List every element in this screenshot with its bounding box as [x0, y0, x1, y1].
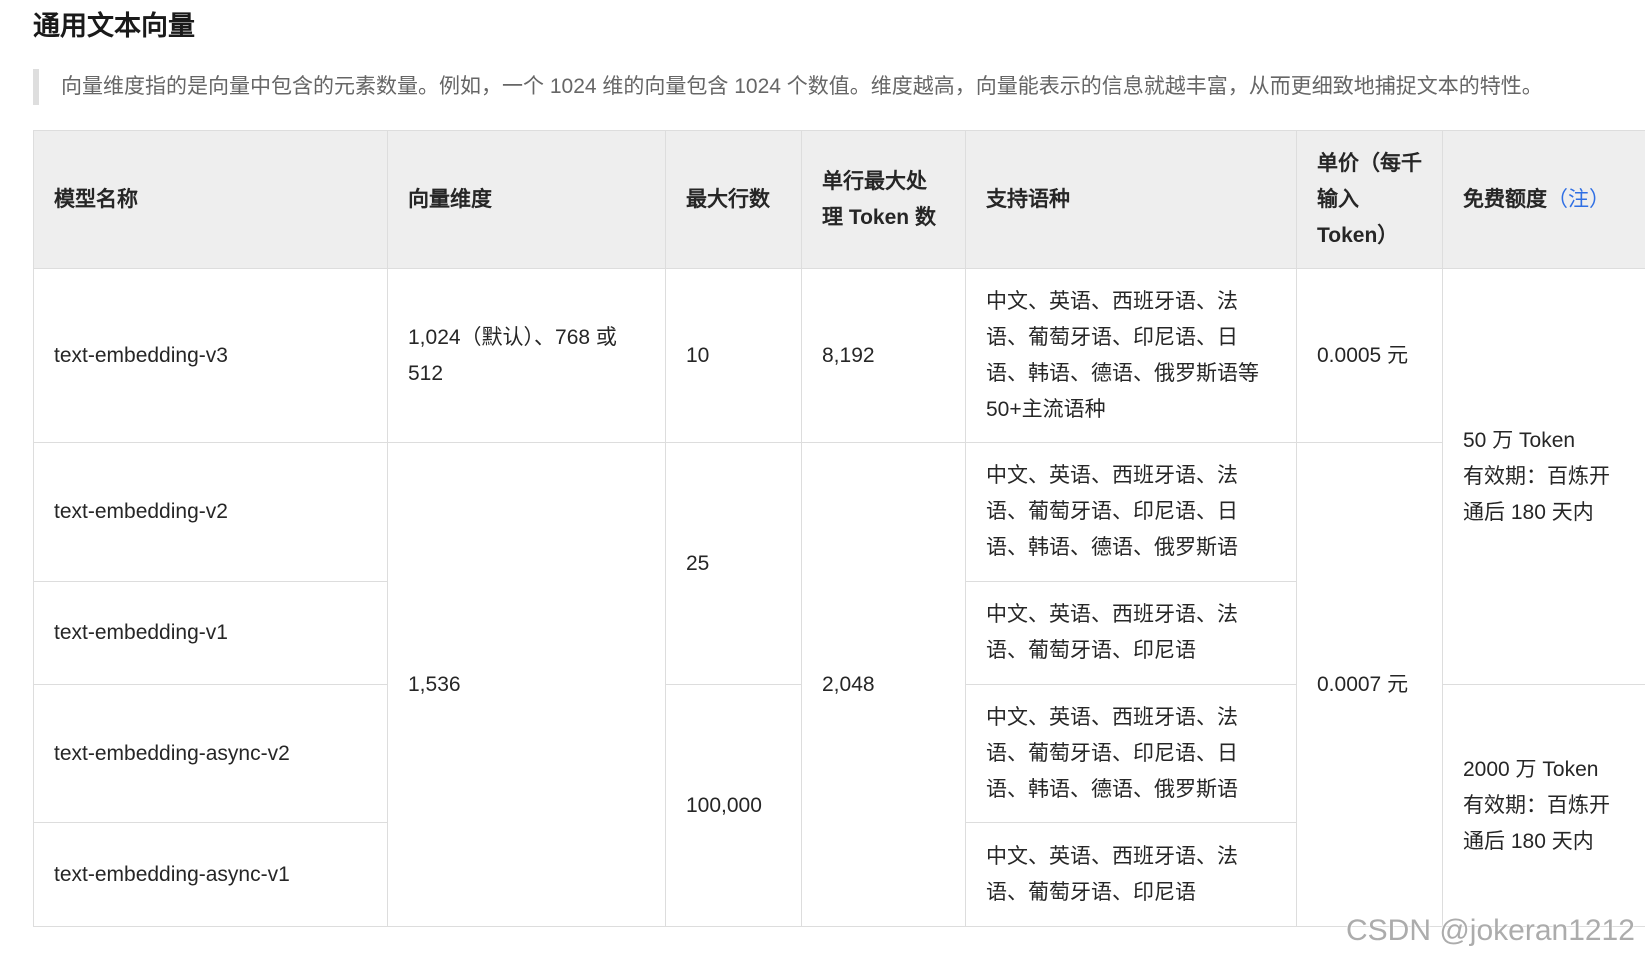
free-quota: 2000 万 Token 有效期：百炼开通后 180 天内	[1442, 684, 1645, 927]
header-max-rows: 最大行数	[665, 130, 802, 269]
model-name: text-embedding-async-v1	[33, 822, 388, 927]
header-max-tokens: 单行最大处理 Token 数	[801, 130, 966, 269]
free-quota-note-link[interactable]: （注）	[1547, 188, 1610, 211]
free-quota-validity: 有效期：百炼开通后 180 天内	[1463, 793, 1610, 853]
free-quota-amount: 2000 万 Token	[1463, 757, 1599, 781]
watermark: CSDN @jokeran1212	[1346, 914, 1635, 947]
header-free-quota: 免费额度（注）	[1442, 130, 1645, 269]
table-header-row: 模型名称 向量维度 最大行数 单行最大处理 Token 数 支持语种 单价（每千…	[33, 130, 1645, 269]
model-name: text-embedding-v1	[33, 581, 388, 685]
table-row: text-embedding-v2 1,536 25 2,048 中文、英语、西…	[33, 442, 1645, 927]
max-tokens: 2,048	[801, 442, 966, 927]
embedding-model-table: 模型名称 向量维度 最大行数 单行最大处理 Token 数 支持语种 单价（每千…	[33, 130, 1645, 927]
max-tokens: 8,192	[801, 268, 966, 443]
table-row: text-embedding-v3 1,024（默认）、768 或 512 10…	[33, 268, 1645, 685]
max-rows: 100,000	[665, 684, 802, 927]
vector-dimension: 1,536	[387, 442, 666, 927]
header-free-quota-label: 免费额度	[1463, 187, 1547, 211]
section-title: 通用文本向量	[33, 11, 195, 41]
dimension-note: 向量维度指的是向量中包含的元素数量。例如，一个 1024 维的向量包含 1024…	[33, 69, 1543, 105]
supported-languages: 中文、英语、西班牙语、法语、葡萄牙语、印尼语、日语、韩语、德语、俄罗斯语等50+…	[965, 268, 1297, 443]
vector-dimension: 1,024（默认）、768 或 512	[387, 268, 666, 443]
header-price: 单价（每千输入Token）	[1296, 130, 1443, 269]
supported-languages: 中文、英语、西班牙语、法语、葡萄牙语、印尼语、日语、韩语、德语、俄罗斯语	[965, 684, 1297, 823]
model-name: text-embedding-v3	[33, 268, 388, 443]
unit-price: 0.0007 元	[1296, 442, 1443, 927]
max-rows: 10	[665, 268, 802, 443]
supported-languages: 中文、英语、西班牙语、法语、葡萄牙语、印尼语	[965, 581, 1297, 685]
max-rows: 25	[665, 442, 802, 685]
header-vector-dimension: 向量维度	[387, 130, 666, 269]
supported-languages: 中文、英语、西班牙语、法语、葡萄牙语、印尼语	[965, 822, 1297, 927]
model-name: text-embedding-async-v2	[33, 684, 388, 823]
supported-languages: 中文、英语、西班牙语、法语、葡萄牙语、印尼语、日语、韩语、德语、俄罗斯语	[965, 442, 1297, 582]
table-body: text-embedding-v3 1,024（默认）、768 或 512 10…	[33, 268, 1645, 927]
free-quota: 50 万 Token 有效期：百炼开通后 180 天内	[1442, 268, 1645, 685]
table-header: 模型名称 向量维度 最大行数 单行最大处理 Token 数 支持语种 单价（每千…	[33, 130, 1645, 269]
model-name: text-embedding-v2	[33, 442, 388, 582]
header-model-name: 模型名称	[33, 130, 388, 269]
free-quota-validity: 有效期：百炼开通后 180 天内	[1463, 464, 1610, 524]
free-quota-amount: 50 万 Token	[1463, 428, 1576, 452]
unit-price: 0.0005 元	[1296, 268, 1443, 443]
header-languages: 支持语种	[965, 130, 1297, 269]
